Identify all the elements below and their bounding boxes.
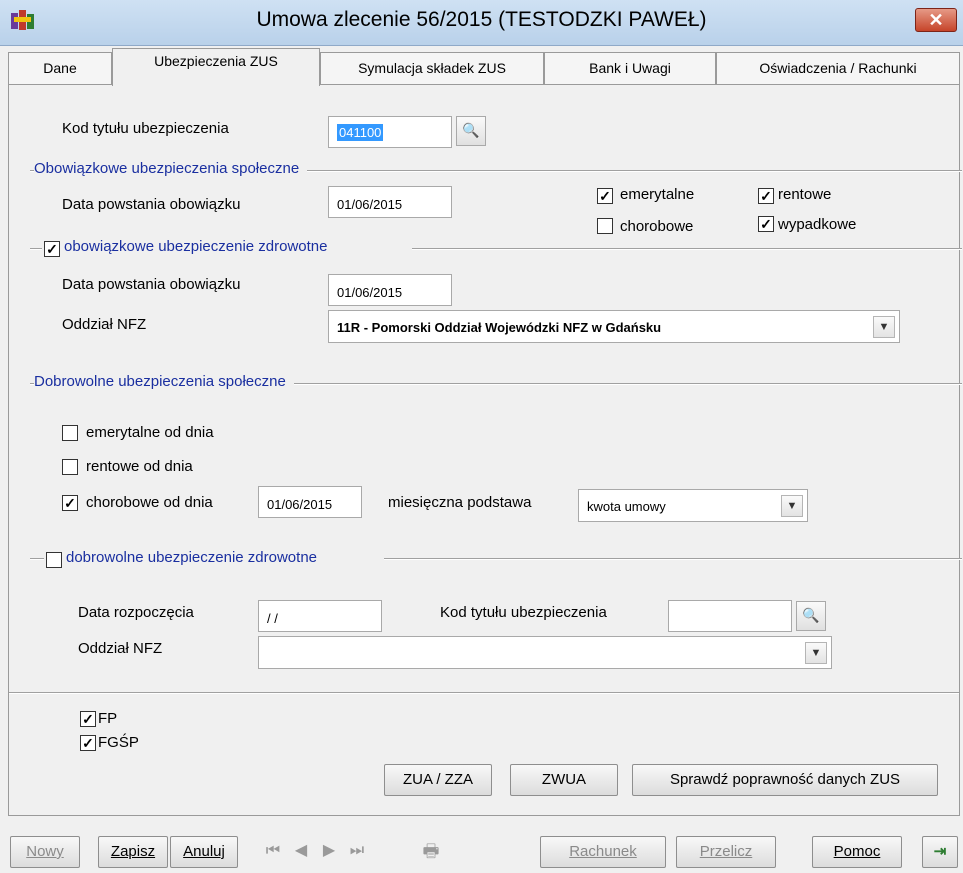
previous-record-icon[interactable]: ◀ [290, 838, 312, 864]
lookup-icon: 🔍 [802, 607, 820, 623]
recalculate-button[interactable]: Przelicz [676, 836, 776, 868]
rentowe-label: rentowe [778, 186, 832, 203]
tab-bar: Dane Ubezpieczenia ZUS Symulacja składek… [0, 48, 963, 86]
chevron-down-icon[interactable]: ▼ [805, 642, 827, 664]
mandatory-social-title: Obowiązkowe ubezpieczenia społeczne [34, 160, 308, 177]
cancel-button[interactable]: Anuluj [170, 836, 238, 868]
voluntary-health-code-label: Kod tytułu ubezpieczenia [440, 604, 607, 621]
wypadkowe-checkbox[interactable]: ✓ [758, 216, 774, 232]
chorobowe-label: chorobowe [620, 218, 694, 235]
tab-dane[interactable]: Dane [8, 52, 112, 84]
voluntary-social-title: Dobrowolne ubezpieczenia społeczne [34, 373, 294, 390]
invoice-button[interactable]: Rachunek [540, 836, 666, 868]
tab-oswiadczenia-rachunki[interactable]: Oświadczenia / Rachunki [716, 52, 960, 84]
help-button[interactable]: Pomoc [812, 836, 902, 868]
tab-ubezpieczenia-zus[interactable]: Ubezpieczenia ZUS [112, 48, 320, 86]
new-button[interactable]: Nowy [10, 836, 80, 868]
voluntary-chorobowe-date-input[interactable]: 01/06/2015 [258, 486, 362, 518]
tab-symulacja-skladek[interactable]: Symulacja składek ZUS [320, 52, 544, 84]
rentowe-checkbox[interactable]: ✓ [758, 188, 774, 204]
last-record-icon[interactable]: ⏭ [346, 838, 368, 864]
emerytalne-label: emerytalne [620, 186, 695, 203]
monthly-basis-select[interactable]: kwota umowy ▼ [578, 489, 808, 522]
voluntary-health-start-input[interactable]: / / [258, 600, 382, 632]
voluntary-health-nfz-select[interactable]: ▼ [258, 636, 832, 669]
insurance-code-value: 041100 [337, 124, 384, 141]
voluntary-health-code-lookup-button[interactable]: 🔍 [796, 601, 826, 631]
voluntary-health-nfz-label: Oddział NFZ [78, 640, 163, 657]
save-button[interactable]: Zapisz [98, 836, 168, 868]
close-button[interactable]: ✕ [915, 8, 957, 32]
next-record-icon[interactable]: ▶ [318, 838, 340, 864]
chevron-down-icon[interactable]: ▼ [781, 495, 803, 517]
voluntary-health-checkbox[interactable] [46, 552, 62, 568]
mandatory-health-nfz-label: Oddział NFZ [62, 316, 147, 333]
zua-zza-button[interactable]: ZUA / ZZA [384, 764, 492, 796]
voluntary-emerytalne-label: emerytalne od dnia [86, 424, 214, 441]
insurance-code-lookup-button[interactable]: 🔍 [456, 116, 486, 146]
voluntary-chorobowe-label: chorobowe od dnia [86, 494, 213, 511]
title-bar: Umowa zlecenie 56/2015 (TESTODZKI PAWEŁ)… [0, 0, 963, 46]
mandatory-health-header: obowiązkowe ubezpieczenie zdrowotne [42, 238, 412, 258]
voluntary-rentowe-checkbox[interactable] [62, 459, 78, 475]
wypadkowe-label: wypadkowe [778, 216, 857, 233]
voluntary-chorobowe-checkbox[interactable]: ✓ [62, 495, 78, 511]
fp-label: FP [98, 710, 118, 727]
monthly-basis-label: miesięczna podstawa [388, 494, 532, 511]
insurance-code-input[interactable]: 041100 [328, 116, 452, 148]
tab-bank-uwagi[interactable]: Bank i Uwagi [544, 52, 716, 84]
fgsp-label: FGŚP [98, 734, 139, 751]
zwua-button[interactable]: ZWUA [510, 764, 618, 796]
voluntary-health-start-label: Data rozpoczęcia [78, 604, 194, 621]
fgsp-checkbox[interactable]: ✓ [80, 735, 96, 751]
mandatory-health-date-input[interactable]: 01/06/2015 [328, 274, 452, 306]
insurance-code-label: Kod tytułu ubezpieczenia [62, 120, 229, 137]
lookup-icon: 🔍 [462, 122, 480, 138]
voluntary-emerytalne-checkbox[interactable] [62, 425, 78, 441]
mandatory-health-date-label: Data powstania obowiązku [62, 276, 241, 293]
print-icon[interactable]: 🖶 [420, 838, 442, 864]
mandatory-social-date-label: Data powstania obowiązku [62, 196, 241, 213]
window-title: Umowa zlecenie 56/2015 (TESTODZKI PAWEŁ) [256, 8, 707, 31]
mandatory-health-title: obowiązkowe ubezpieczenie zdrowotne [64, 238, 328, 255]
check-zus-data-button[interactable]: Sprawdź poprawność danych ZUS [632, 764, 938, 796]
mandatory-health-nfz-select[interactable]: 11R - Pomorski Oddział Wojewódzki NFZ w … [328, 310, 900, 343]
voluntary-rentowe-label: rentowe od dnia [86, 458, 193, 475]
chorobowe-checkbox[interactable] [597, 218, 613, 234]
first-record-icon[interactable]: ⏮ [262, 838, 284, 864]
fp-checkbox[interactable]: ✓ [80, 711, 96, 727]
mandatory-social-date-input[interactable]: 01/06/2015 [328, 186, 452, 218]
voluntary-health-title: dobrowolne ubezpieczenie zdrowotne [66, 549, 318, 566]
voluntary-health-code-input[interactable] [668, 600, 792, 632]
emerytalne-checkbox[interactable]: ✓ [597, 188, 613, 204]
section-divider [9, 692, 959, 694]
mandatory-health-nfz-value: 11R - Pomorski Oddział Wojewódzki NFZ w … [337, 320, 662, 335]
voluntary-health-header: dobrowolne ubezpieczenie zdrowotne [44, 549, 384, 569]
monthly-basis-value: kwota umowy [587, 499, 666, 514]
chevron-down-icon[interactable]: ▼ [873, 316, 895, 338]
mandatory-health-checkbox[interactable]: ✓ [44, 241, 60, 257]
exit-door-icon[interactable]: ⇥ [922, 836, 958, 868]
